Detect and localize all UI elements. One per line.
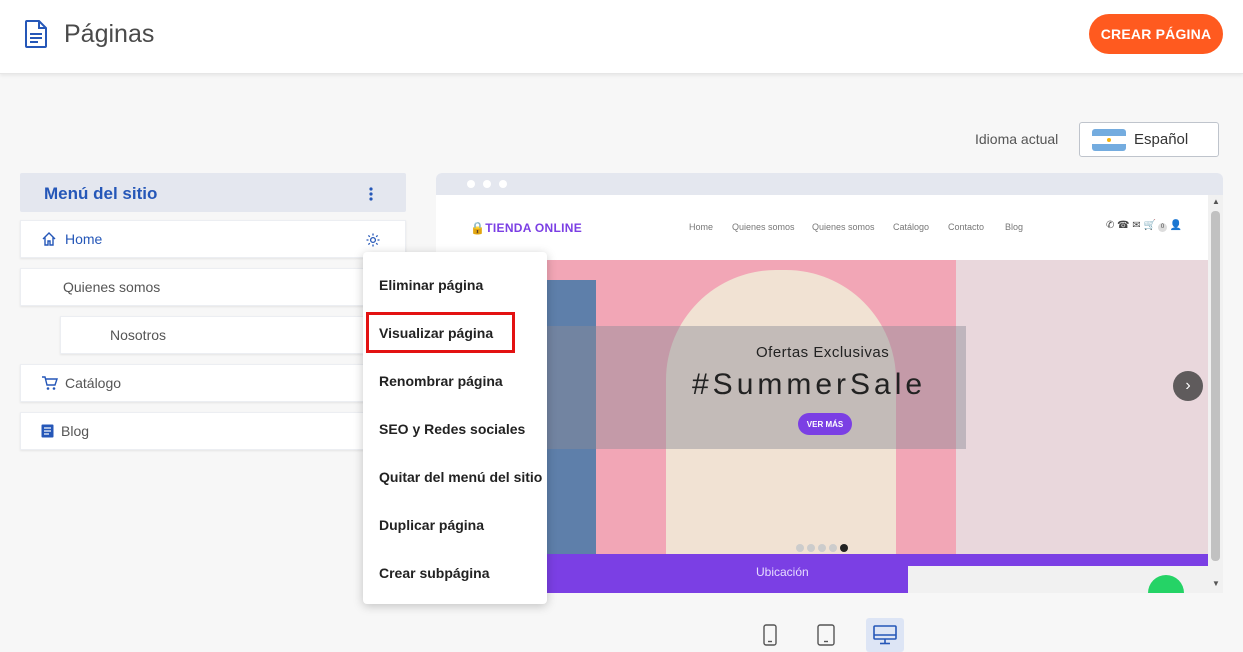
preview-hero-title: #SummerSale	[692, 368, 927, 401]
site-menu-item-label: Home	[65, 231, 103, 247]
scroll-down-icon[interactable]: ▼	[1212, 579, 1220, 588]
site-menu-item-nosotros[interactable]: Nosotros	[60, 316, 406, 354]
preview-nav-link: Blog	[1005, 222, 1024, 232]
menu-item-remove-from-menu[interactable]: Quitar del menú del sitio	[379, 469, 542, 485]
language-label: Idioma actual	[975, 131, 1059, 147]
tablet-view-button[interactable]	[807, 618, 845, 652]
preview-footer-heading: Ubicación	[756, 565, 809, 579]
menu-item-duplicate-page[interactable]: Duplicar página	[379, 517, 484, 533]
menu-item-seo-social[interactable]: SEO y Redes sociales	[379, 421, 525, 437]
preview-contact-icons: ✆ ☎ ✉ 🛒 0 👤	[1106, 220, 1183, 232]
menu-item-create-subpage[interactable]: Crear subpágina	[379, 565, 489, 581]
preview-hero-subtitle: Ofertas Exclusivas	[756, 344, 890, 361]
highlight-box	[366, 312, 515, 353]
document-icon	[41, 424, 54, 438]
page-document-icon	[25, 20, 47, 48]
site-menu-item-label: Quienes somos	[63, 279, 161, 295]
scroll-thumb[interactable]	[1211, 211, 1220, 561]
site-menu-item-label: Blog	[61, 423, 90, 439]
preview-logo: 🔒TIENDA ONLINE	[470, 221, 583, 235]
scroll-up-icon[interactable]: ▲	[1212, 197, 1220, 206]
language-selected-value: Español	[1134, 131, 1189, 148]
preview-cart-count: 0	[1158, 223, 1167, 232]
argentina-flag-icon	[1092, 128, 1126, 151]
preview-footer: Ubicación	[436, 554, 1208, 593]
desktop-icon	[873, 625, 897, 645]
menu-item-delete-page[interactable]: Eliminar página	[379, 277, 483, 293]
preview-nav-link: Quienes somos	[812, 222, 875, 232]
mobile-icon	[763, 624, 777, 646]
preview-browser-bar	[436, 173, 1223, 195]
language-select[interactable]: Español	[1079, 122, 1219, 157]
preview-hero-button: VER MÁS	[798, 413, 852, 435]
preview-slider-dots	[796, 539, 851, 554]
preview-next-arrow-icon: ›	[1173, 371, 1203, 401]
preview-nav-link: Catálogo	[893, 222, 930, 232]
page-preview-frame: 🔒TIENDA ONLINE Home Quienes somos Quiene…	[436, 173, 1223, 593]
site-menu-item-blog[interactable]: Blog	[20, 412, 406, 450]
preview-hero-banner: Ofertas Exclusivas #SummerSale VER MÁS ›	[436, 260, 1208, 554]
preview-nav-link: Contacto	[948, 222, 985, 232]
page-context-menu: Eliminar página Visualizar página Renomb…	[363, 252, 547, 604]
kebab-menu-icon[interactable]	[368, 187, 374, 201]
tablet-icon	[817, 624, 835, 646]
bag-icon: 🔒	[470, 221, 486, 235]
preview-scrollbar[interactable]: ▲ ▼	[1208, 195, 1223, 593]
mobile-view-button[interactable]	[751, 618, 789, 652]
desktop-view-button[interactable]	[866, 618, 904, 652]
cart-icon	[42, 375, 58, 390]
site-menu-header: Menú del sitio	[20, 173, 406, 212]
menu-item-rename-page[interactable]: Renombrar página	[379, 373, 503, 389]
preview-nav-link: Quienes somos	[732, 222, 795, 232]
page-header: Páginas CREAR PÁGINA	[0, 0, 1243, 74]
site-menu-item-home[interactable]: Home	[20, 220, 406, 258]
preview-site-nav: 🔒TIENDA ONLINE Home Quienes somos Quiene…	[436, 195, 1208, 260]
site-menu-item-catalogo[interactable]: Catálogo	[20, 364, 406, 402]
create-page-button[interactable]: CREAR PÁGINA	[1089, 14, 1223, 54]
site-menu-item-label: Catálogo	[65, 375, 122, 391]
site-menu-item-label: Nosotros	[110, 327, 167, 343]
home-icon	[42, 232, 56, 246]
page-title: Páginas	[64, 20, 155, 48]
preview-nav-link: Home	[689, 222, 714, 232]
site-menu-item-quienes-somos[interactable]: Quienes somos	[20, 268, 406, 306]
site-menu-title: Menú del sitio	[44, 184, 158, 203]
gear-icon[interactable]	[365, 232, 381, 248]
